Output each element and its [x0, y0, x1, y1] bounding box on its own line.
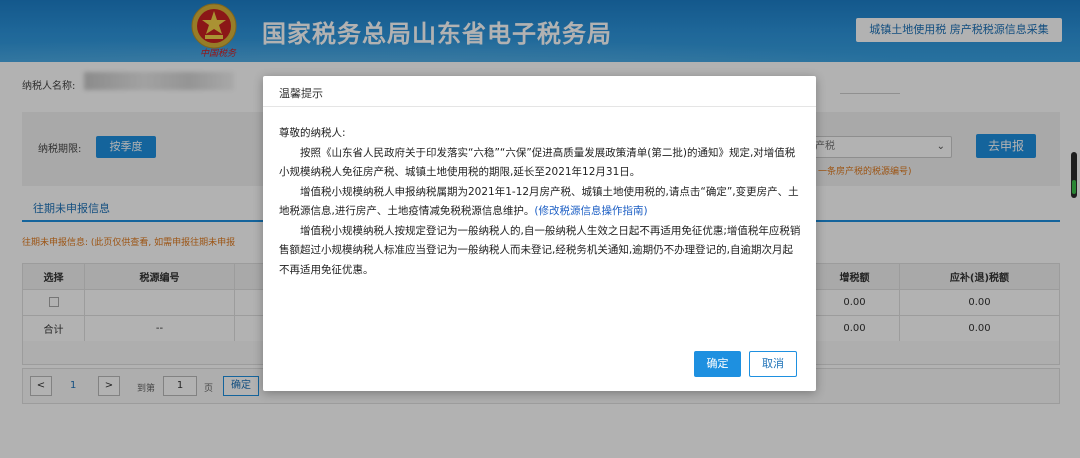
dialog-paragraph-3: 增值税小规模纳税人按规定登记为一般纳税人的,自一般纳税人生效之日起不再适用免征优… — [279, 224, 801, 276]
cancel-button[interactable]: 取消 — [749, 351, 797, 377]
dialog-body: 尊敬的纳税人: 按照《山东省人民政府关于印发落实“六稳”“六保”促进高质量发展政… — [279, 124, 803, 280]
dialog-title: 温馨提示 — [279, 87, 323, 100]
edit-tax-source-guide-link[interactable]: (修改税源信息操作指南) — [534, 205, 647, 217]
dialog-paragraph-2: 增值税小规模纳税人申报纳税属期为2021年1-12月房产税、城镇土地使用税的,请… — [279, 183, 803, 222]
confirm-button[interactable]: 确定 — [694, 351, 741, 377]
notice-dialog: 温馨提示 尊敬的纳税人: 按照《山东省人民政府关于印发落实“六稳”“六保”促进高… — [263, 76, 816, 391]
dialog-divider — [263, 106, 816, 107]
dialog-salutation: 尊敬的纳税人: — [279, 127, 346, 139]
dialog-paragraph-1: 按照《山东省人民政府关于印发落实“六稳”“六保”促进高质量发展政策清单(第二批)… — [279, 146, 796, 179]
